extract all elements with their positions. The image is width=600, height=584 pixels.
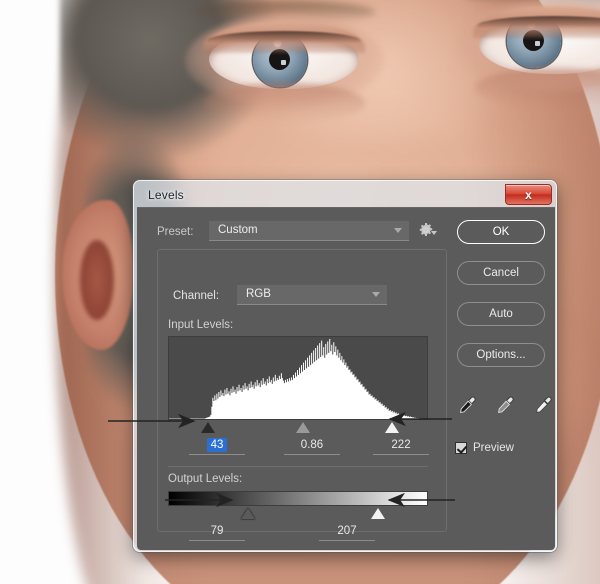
preview-checkbox-row[interactable]: Preview bbox=[455, 442, 514, 454]
output-black-point-field[interactable]: 79 bbox=[189, 523, 245, 541]
input-black-point-field[interactable]: 43 bbox=[189, 437, 245, 455]
output-white-point-value: 207 bbox=[337, 525, 357, 537]
eye-left bbox=[185, 1, 385, 130]
output-white-point-slider[interactable] bbox=[371, 508, 385, 519]
output-white-point-field[interactable]: 207 bbox=[319, 523, 375, 541]
histogram-plot bbox=[169, 339, 427, 419]
eye-glint-secondary-left bbox=[281, 60, 286, 65]
under-eye-right bbox=[475, 68, 600, 108]
close-button[interactable]: x bbox=[505, 184, 552, 205]
preset-dropdown[interactable]: Custom bbox=[209, 221, 409, 241]
chevron-down-icon bbox=[394, 228, 402, 233]
gear-dropdown-chevron-icon bbox=[431, 231, 437, 235]
set-gray-point-eyedropper[interactable] bbox=[495, 395, 515, 417]
ear-inner bbox=[80, 240, 114, 320]
divider bbox=[168, 466, 428, 467]
output-levels-slider-track[interactable] bbox=[168, 507, 428, 521]
set-black-point-eyedropper[interactable] bbox=[457, 395, 477, 417]
eyedropper-row bbox=[457, 395, 553, 421]
eye-glint-secondary-right bbox=[535, 41, 540, 46]
close-icon: x bbox=[525, 187, 532, 202]
histogram bbox=[168, 336, 428, 420]
under-eye-left bbox=[205, 83, 365, 123]
preset-label: Preset: bbox=[157, 226, 194, 238]
dialog-body: Preset: Custom Channel: RGB Input Levels… bbox=[137, 207, 555, 550]
input-white-point-value: 222 bbox=[391, 439, 411, 451]
options-button[interactable]: Options... bbox=[457, 343, 545, 367]
output-levels-gradient-bar bbox=[168, 491, 428, 506]
eye-right bbox=[455, 0, 600, 115]
chevron-down-icon bbox=[372, 292, 380, 297]
input-levels-slider-track[interactable] bbox=[168, 421, 428, 435]
set-white-point-eyedropper[interactable] bbox=[533, 395, 553, 417]
output-black-point-value: 79 bbox=[210, 525, 224, 537]
input-white-point-field[interactable]: 222 bbox=[373, 437, 429, 455]
input-white-point-slider[interactable] bbox=[385, 422, 399, 433]
channel-dropdown[interactable]: RGB bbox=[237, 285, 387, 305]
input-gamma-value: 0.86 bbox=[300, 439, 324, 451]
input-black-point-value: 43 bbox=[206, 438, 228, 452]
channel-label: Channel: bbox=[170, 290, 223, 302]
levels-dialog[interactable]: Levels x Preset: Custom Channel: RGB Inp… bbox=[133, 180, 557, 552]
input-gamma-field[interactable]: 0.86 bbox=[284, 437, 340, 455]
preset-value: Custom bbox=[218, 224, 258, 236]
preview-label: Preview bbox=[473, 442, 514, 454]
output-levels-label: Output Levels: bbox=[168, 473, 243, 485]
output-black-point-slider[interactable] bbox=[241, 508, 255, 519]
ok-button[interactable]: OK bbox=[457, 220, 545, 244]
input-gamma-slider[interactable] bbox=[296, 422, 310, 433]
dialog-title: Levels bbox=[148, 188, 184, 202]
screenshot-root: Levels x Preset: Custom Channel: RGB Inp… bbox=[0, 0, 600, 584]
preview-checkbox[interactable] bbox=[455, 442, 467, 454]
gear-icon[interactable] bbox=[418, 222, 437, 238]
input-levels-label: Input Levels: bbox=[168, 319, 234, 331]
channel-value: RGB bbox=[246, 288, 271, 300]
cancel-button[interactable]: Cancel bbox=[457, 261, 545, 285]
input-black-point-slider[interactable] bbox=[201, 422, 215, 433]
auto-button[interactable]: Auto bbox=[457, 302, 545, 326]
